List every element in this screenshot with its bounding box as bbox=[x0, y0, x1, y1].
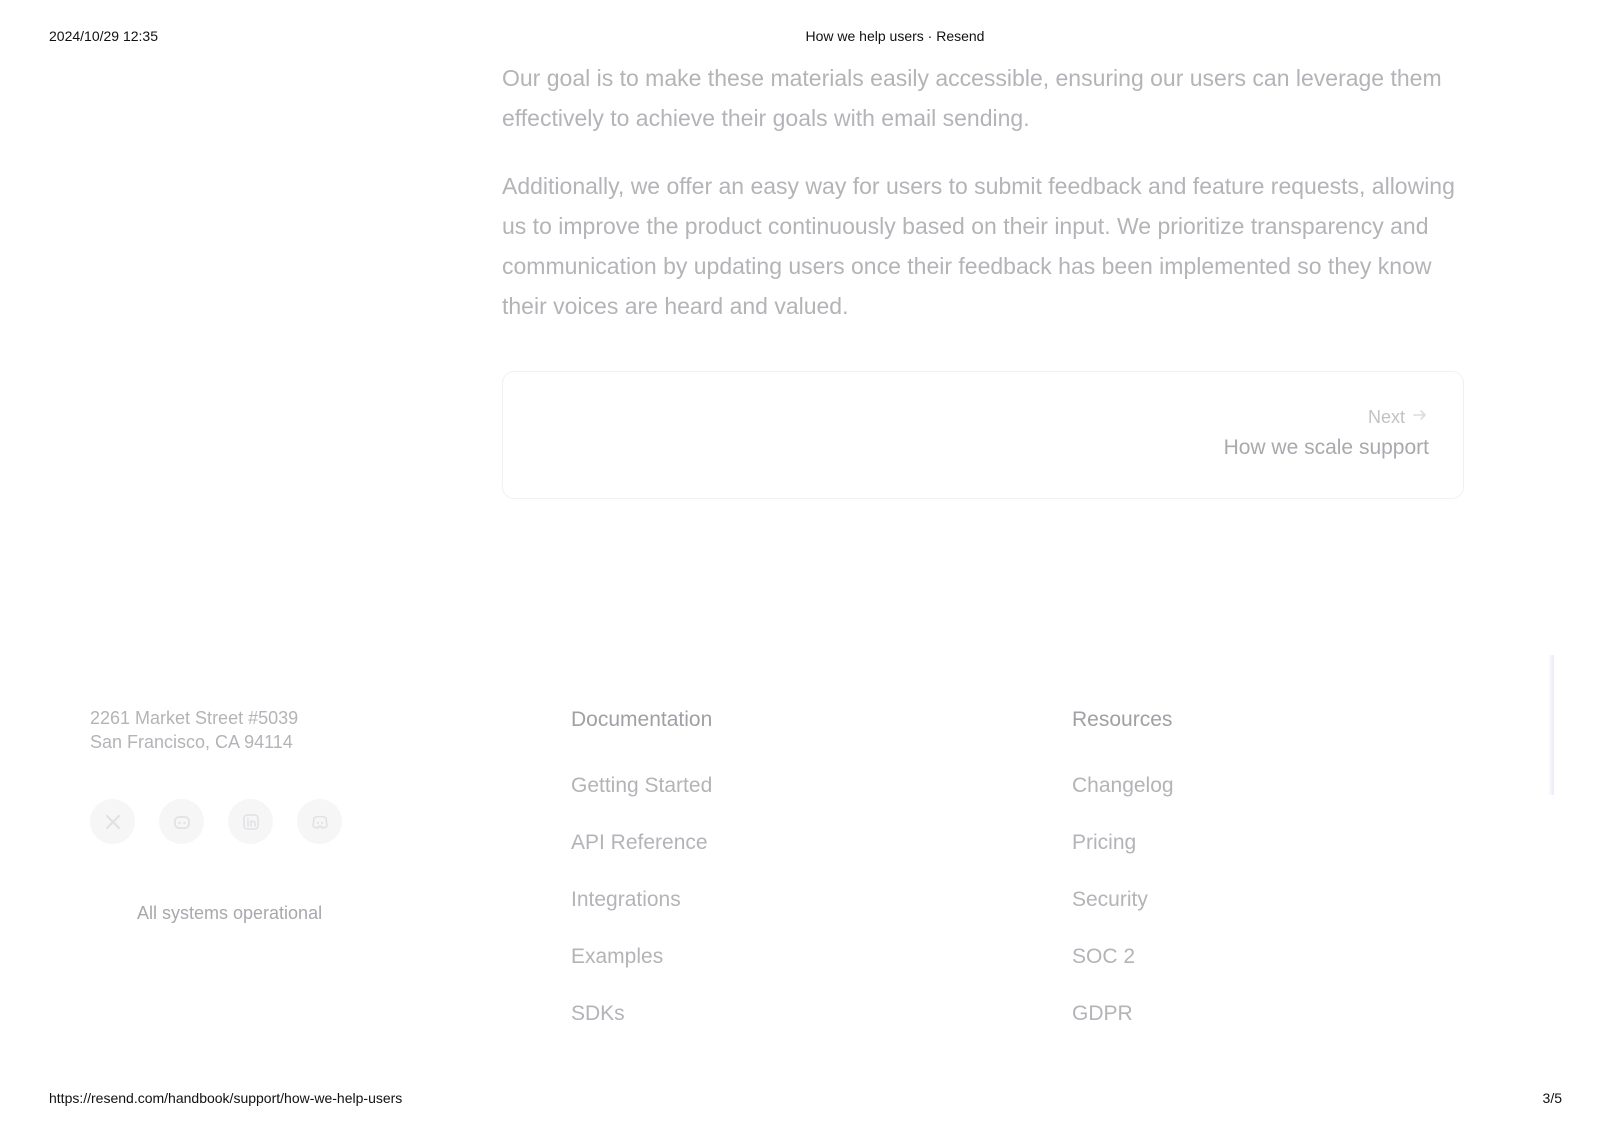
footer-documentation-column: Documentation Getting Started API Refere… bbox=[571, 708, 712, 1059]
article-paragraph: Our goal is to make these materials easi… bbox=[502, 65, 1442, 131]
github-icon[interactable] bbox=[159, 799, 204, 844]
footer-link-api-reference[interactable]: API Reference bbox=[571, 831, 712, 888]
footer-link-getting-started[interactable]: Getting Started bbox=[571, 774, 712, 831]
footer-column-heading: Resources bbox=[1072, 708, 1173, 731]
social-links bbox=[90, 799, 342, 844]
footer-link-integrations[interactable]: Integrations bbox=[571, 888, 712, 945]
footer-link-changelog[interactable]: Changelog bbox=[1072, 774, 1174, 831]
footer-link-examples[interactable]: Examples bbox=[571, 945, 712, 1002]
x-icon[interactable] bbox=[90, 799, 135, 844]
footer-link-security[interactable]: Security bbox=[1072, 888, 1174, 945]
footer-link-soc2[interactable]: SOC 2 bbox=[1072, 945, 1174, 1002]
address-line: 2261 Market Street #5039 bbox=[90, 708, 299, 728]
article-paragraph: Additionally, we offer an easy way for u… bbox=[502, 173, 1455, 319]
next-label-row: Next bbox=[1368, 406, 1429, 429]
print-page-title: How we help users · Resend bbox=[805, 28, 985, 44]
linkedin-icon[interactable] bbox=[228, 799, 273, 844]
next-page-title: How we scale support bbox=[1223, 436, 1429, 459]
company-address: 2261 Market Street #5039 San Francisco, … bbox=[90, 706, 298, 754]
footer-link-sdks[interactable]: SDKs bbox=[571, 1002, 712, 1059]
footer-column-heading: Documentation bbox=[571, 708, 713, 731]
next-page-link[interactable]: Next How we scale support bbox=[502, 371, 1464, 499]
footer-link-gdpr[interactable]: GDPR bbox=[1072, 1002, 1174, 1059]
system-status[interactable]: All systems operational bbox=[137, 903, 322, 924]
address-line: San Francisco, CA 94114 bbox=[90, 732, 293, 752]
next-label: Next bbox=[1367, 407, 1405, 427]
discord-icon[interactable] bbox=[297, 799, 342, 844]
print-url: https://resend.com/handbook/support/how-… bbox=[49, 1090, 403, 1106]
arrow-right-icon bbox=[1411, 406, 1429, 429]
scroll-edge-shadow bbox=[1548, 655, 1554, 795]
footer-resources-column: Resources Changelog Pricing Security SOC… bbox=[1072, 708, 1174, 1059]
article-body: Our goal is to make these materials easi… bbox=[502, 58, 1462, 354]
print-page-number: 3/5 bbox=[1542, 1090, 1562, 1106]
footer-link-pricing[interactable]: Pricing bbox=[1072, 831, 1174, 888]
